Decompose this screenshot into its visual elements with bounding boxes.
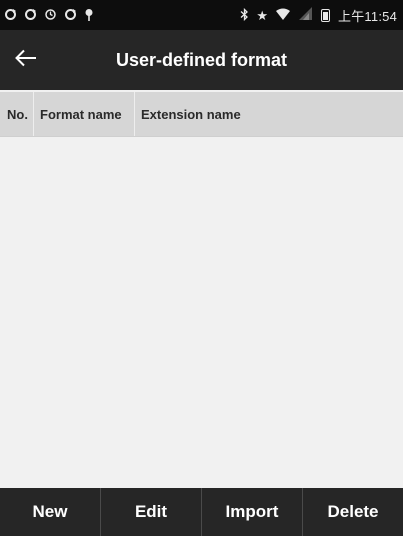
title-bar: User-defined format (0, 30, 403, 90)
sync-icon (24, 8, 37, 23)
delete-button[interactable]: Delete (303, 488, 403, 536)
import-button[interactable]: Import (202, 488, 303, 536)
battery-icon (321, 8, 331, 22)
format-list[interactable] (0, 137, 403, 488)
new-button[interactable]: New (0, 488, 101, 536)
sync-icon (44, 8, 57, 23)
sync-icon (64, 8, 77, 23)
status-right-icons: ★ 上午11:54 (240, 6, 397, 25)
status-left-icons (4, 8, 101, 23)
edit-button[interactable]: Edit (101, 488, 202, 536)
status-bar: ★ 上午11:54 (0, 0, 403, 30)
column-header-number[interactable]: No. (0, 92, 34, 136)
back-button[interactable] (0, 30, 52, 90)
bluetooth-icon (240, 7, 249, 23)
column-header-extension-name[interactable]: Extension name (135, 92, 403, 136)
page-title: User-defined format (115, 49, 288, 70)
wifi-icon (275, 8, 291, 23)
table-header: No. Format name Extension name (0, 92, 403, 137)
sync-icon (4, 8, 17, 23)
bottom-action-bar: New Edit Import Delete (0, 488, 403, 536)
star-icon: ★ (256, 7, 269, 23)
column-header-format-name[interactable]: Format name (34, 92, 135, 136)
pin-icon (84, 8, 94, 23)
signal-icon (298, 7, 314, 23)
status-time: 上午11:54 (338, 8, 397, 24)
arrow-left-icon (15, 49, 37, 72)
